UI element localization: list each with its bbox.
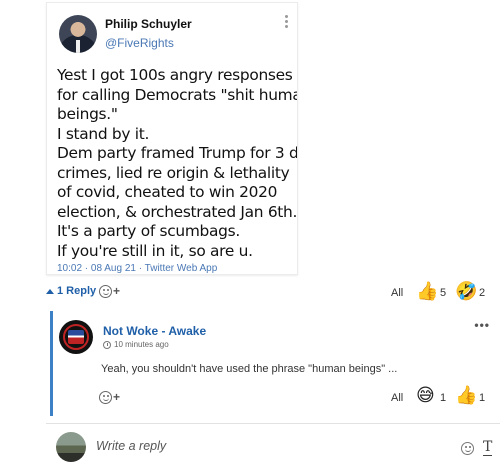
smiley-icon xyxy=(461,442,474,455)
tweet-line: I stand by it. xyxy=(57,124,150,143)
reply-time-label: 10 minutes ago xyxy=(114,340,169,349)
smiley-plus-icon xyxy=(99,284,112,298)
text-format-icon: T xyxy=(483,439,493,456)
text-format-button[interactable]: T xyxy=(483,439,493,456)
replies-count-label: 1 Reply xyxy=(57,285,97,297)
tweet-line: of covid, cheated to win 2020 xyxy=(57,183,278,201)
reply-timestamp: 10 minutes ago xyxy=(103,340,169,349)
laughing-count: 2 xyxy=(479,287,486,299)
tweet-line: crimes, lied re origin & lethality xyxy=(57,163,290,182)
sweat-smile-count: 1 xyxy=(440,392,447,404)
current-user-avatar xyxy=(56,432,86,462)
tweet-text: Yest I got 100s angry responses for call… xyxy=(57,66,297,261)
tweet-line: for calling Democrats "shit human xyxy=(57,85,298,104)
tweet-author-name[interactable]: Philip Schuyler xyxy=(105,17,192,31)
embedded-tweet[interactable]: Philip Schuyler @FiveRights Yest I got 1… xyxy=(46,2,298,275)
tweet-line: election, & orchestrated Jan 6th. xyxy=(57,202,298,221)
reply-text: Yeah, you shouldn't have used the phrase… xyxy=(101,363,398,375)
tweet-line: Yest I got 100s angry responses xyxy=(57,66,293,84)
reply-all-reactions-tab[interactable]: All xyxy=(391,392,403,404)
all-reactions-tab[interactable]: All xyxy=(391,287,403,299)
more-options-icon[interactable] xyxy=(283,15,289,31)
sweat-smile-reaction-icon[interactable]: 😅 xyxy=(416,386,435,406)
tweet-author-avatar[interactable] xyxy=(59,15,97,53)
reply-author-avatar[interactable] xyxy=(59,320,93,354)
tweet-line: If you're still in it, so are u. xyxy=(57,241,253,260)
tweet-line: It's a party of scumbags. xyxy=(57,222,240,240)
reply-composer: Write a reply T xyxy=(46,423,500,471)
thumbs-up-reaction-icon[interactable]: 👍 xyxy=(416,282,438,302)
laughing-reaction-icon[interactable]: 🤣 xyxy=(455,282,477,302)
reply-more-options-icon[interactable]: ••• xyxy=(474,318,490,332)
replies-toggle-link[interactable]: 1 Reply xyxy=(46,285,96,297)
clock-icon xyxy=(103,340,111,349)
smiley-plus-icon xyxy=(99,390,112,404)
reply-author-name[interactable]: Not Woke - Awake xyxy=(103,324,206,338)
thumbs-up-count: 5 xyxy=(440,287,447,299)
thumbs-up-reaction-icon[interactable]: 👍 xyxy=(455,386,477,406)
tweet-line: beings." xyxy=(57,105,118,123)
emoji-picker-button[interactable] xyxy=(461,442,474,460)
add-reaction-button[interactable]: + xyxy=(99,284,120,298)
thumbs-up-count: 1 xyxy=(479,392,486,404)
reply-add-reaction-button[interactable]: + xyxy=(99,390,120,404)
tweet-timestamp[interactable]: 10:02 · 08 Aug 21 · Twitter Web App xyxy=(57,263,217,274)
tweet-line: Dem party framed Trump for 3 dif xyxy=(57,144,298,162)
caret-up-icon xyxy=(46,288,54,294)
tweet-author-handle[interactable]: @FiveRights xyxy=(105,36,174,50)
write-reply-input[interactable]: Write a reply xyxy=(96,439,166,453)
